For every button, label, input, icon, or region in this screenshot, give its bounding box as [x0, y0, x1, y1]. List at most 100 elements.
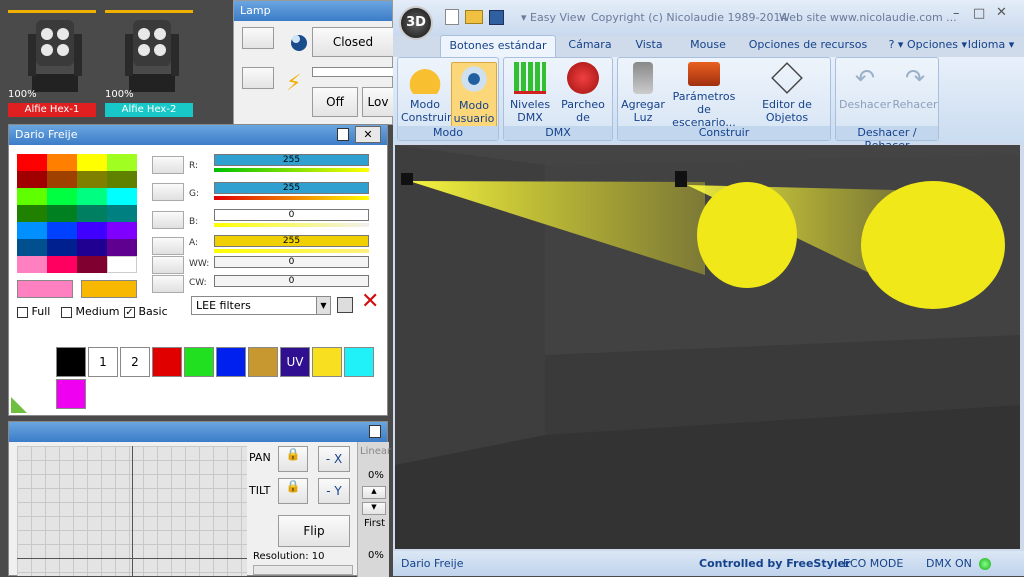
flip-button[interactable]: Flip [278, 515, 350, 547]
slider-preset-button[interactable] [152, 237, 184, 255]
palette-swatch[interactable] [216, 347, 246, 377]
parametros-escenario-button[interactable]: Parámetros de escenario... [666, 62, 742, 129]
basic-checkbox[interactable]: ✓ Basic [124, 305, 168, 318]
resolution-slider[interactable] [253, 565, 353, 575]
lock-icon[interactable] [337, 128, 349, 141]
palette-swatch[interactable] [152, 347, 182, 377]
slider-preset-button[interactable] [152, 256, 184, 274]
slider-label-g: G: [189, 189, 200, 199]
lamp-off-button[interactable]: Off [312, 87, 358, 117]
lamp-bulb-icon [291, 35, 307, 51]
status-eco: ECO MODE [843, 557, 904, 570]
speed-up-button[interactable]: ▲ [362, 486, 386, 499]
pan-tilt-grid[interactable] [17, 446, 247, 576]
add-corner-icon[interactable] [11, 397, 27, 413]
tab-idioma[interactable]: Idioma ▾ [967, 35, 1015, 57]
niveles-dmx-button[interactable]: Niveles DMX [507, 62, 553, 124]
modo-construir-button[interactable]: Modo Construir [401, 62, 452, 124]
tab-vista[interactable]: Vista [627, 35, 671, 57]
tilt-lock-button[interactable]: 🔒 [278, 478, 308, 504]
palette-swatch[interactable] [184, 347, 214, 377]
tilt-invert-button[interactable]: - Y [318, 478, 350, 504]
fixture-alfie-hex-2[interactable]: 100% Alfie Hex-2 [105, 0, 205, 117]
undo-icon: ↶ [854, 64, 876, 92]
slider-label-ww: WW: [189, 259, 210, 269]
moving-head-icon [125, 20, 179, 92]
speed-down-button[interactable]: ▼ [362, 502, 386, 515]
fixture-percent: 100% [105, 89, 134, 100]
lamp-swatch-button-2[interactable] [242, 67, 274, 89]
3d-viewport[interactable] [395, 145, 1020, 549]
slider-ww[interactable]: 0 [214, 256, 369, 268]
agregar-luz-button[interactable]: Agregar Luz [620, 62, 666, 124]
group-label-construir: Construir [618, 126, 830, 140]
lamp-panel: Lamp Closed ⚡ Off Lov [233, 0, 394, 125]
tab-mouse[interactable]: Mouse [683, 35, 733, 57]
status-dmx: DMX ON [926, 557, 972, 570]
ribbon: Modo Construir Modo usuario Modo Niveles… [393, 57, 1024, 152]
slider-label-a: A: [189, 238, 199, 248]
slider-g[interactable]: 255 [214, 182, 369, 194]
lamp-swatch-button[interactable] [242, 27, 274, 49]
light-spot [697, 182, 797, 288]
tab-opciones-recursos[interactable]: Opciones de recursos [748, 35, 868, 57]
status-controlled: Controlled by FreeStyler [699, 557, 851, 570]
modo-usuario-button[interactable]: Modo usuario [451, 62, 497, 128]
close-button[interactable]: ✕ [996, 5, 1007, 20]
slider-preset-button[interactable] [152, 183, 184, 201]
slider-cw[interactable]: 0 [214, 275, 369, 287]
deshacer-button[interactable]: ↶ Deshacer [838, 62, 892, 111]
full-checkbox[interactable]: Full [17, 305, 50, 318]
dmx-globe-icon [567, 62, 599, 94]
pan-tilt-title-bar [9, 422, 387, 442]
palette-swatch[interactable]: 2 [120, 347, 150, 377]
preview-swatch-amber[interactable] [81, 280, 137, 298]
minimize-button[interactable]: – [953, 6, 960, 21]
palette-swatch[interactable]: 1 [88, 347, 118, 377]
medium-checkbox[interactable]: Medium [61, 305, 119, 318]
lamp-closed-button[interactable]: Closed [312, 27, 394, 57]
dmx-status-led-icon [979, 558, 991, 570]
tab-help[interactable]: ? ▾ [887, 35, 905, 57]
palette-swatch[interactable]: UV [280, 347, 310, 377]
maximize-button[interactable]: □ [973, 6, 985, 21]
preview-swatch-pink[interactable] [17, 280, 73, 298]
new-file-icon[interactable] [445, 9, 459, 25]
palette-swatch[interactable] [344, 347, 374, 377]
fixture-alfie-hex-1[interactable]: 100% Alfie Hex-1 [8, 0, 108, 117]
open-folder-icon[interactable] [465, 10, 483, 24]
slider-g-strip [214, 196, 369, 200]
group-modo: Modo Construir Modo usuario Modo [397, 57, 499, 141]
save-icon[interactable] [489, 10, 504, 25]
palette-swatch[interactable] [248, 347, 278, 377]
slider-preset-button[interactable] [152, 275, 184, 293]
filter-select[interactable]: LEE filters ▼ [191, 296, 331, 315]
palette-swatch[interactable] [56, 379, 86, 409]
lamp-low-button[interactable]: Lov [362, 87, 394, 117]
delete-icon[interactable]: ✕ [361, 291, 379, 313]
palette-swatch[interactable] [56, 347, 86, 377]
spot-fixture-icon[interactable] [675, 171, 687, 187]
tab-opciones[interactable]: Opciones ▾ [907, 35, 967, 57]
tilt-label: TILT [249, 484, 271, 497]
rehacer-button[interactable]: ↷ Rehacer [892, 62, 938, 111]
pan-invert-button[interactable]: - X [318, 446, 350, 472]
resolution-label: Resolution: 10 [253, 551, 325, 562]
tab-botones-estandar[interactable]: Botones estándar [440, 35, 556, 57]
slider-preset-button[interactable] [152, 211, 184, 229]
slider-b[interactable]: 0 [214, 209, 369, 221]
palette-swatch[interactable] [312, 347, 342, 377]
save-icon[interactable] [337, 297, 353, 313]
group-label-modo: Modo [398, 126, 498, 140]
lock-icon[interactable] [369, 425, 381, 438]
slider-a[interactable]: 255 [214, 235, 369, 247]
spot-fixture-icon[interactable] [401, 173, 413, 185]
fixture-name: Alfie Hex-1 [8, 103, 96, 117]
close-button[interactable]: ✕ [355, 126, 381, 143]
tab-camara[interactable]: Cámara [563, 35, 617, 57]
slider-preset-button[interactable] [152, 156, 184, 174]
pan-lock-button[interactable]: 🔒 [278, 446, 308, 472]
lamp-level-bar[interactable] [312, 67, 394, 77]
color-grid[interactable] [17, 154, 138, 275]
slider-r[interactable]: 255 [214, 154, 369, 166]
